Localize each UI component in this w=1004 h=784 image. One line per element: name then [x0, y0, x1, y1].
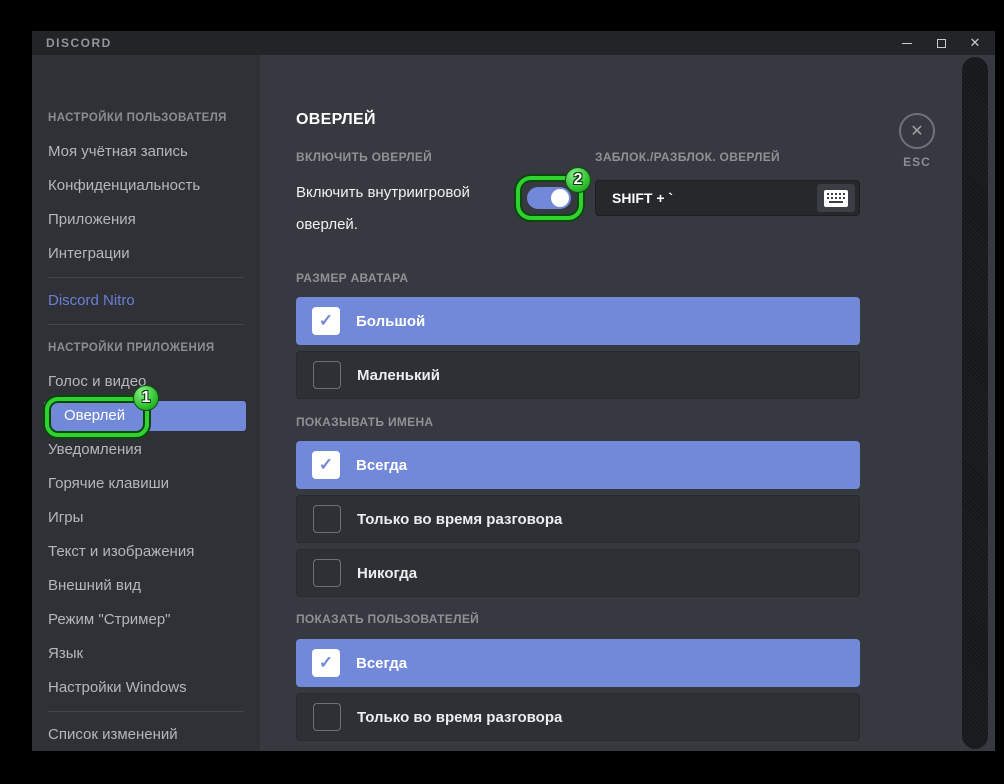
minimize-icon	[902, 43, 912, 44]
sidebar-item-privacy[interactable]: Конфиденциальность	[32, 169, 260, 203]
minimize-button[interactable]	[897, 34, 917, 52]
sidebar-item-integrations[interactable]: Интеграции	[32, 237, 260, 271]
divider	[48, 711, 244, 712]
option-names-always[interactable]: ✓ Всегда	[296, 441, 860, 489]
option-label: Только во время разговора	[357, 511, 562, 528]
checkbox-empty-icon	[313, 703, 341, 731]
option-names-never[interactable]: Никогда	[296, 549, 860, 597]
option-users-during-talk[interactable]: Только во время разговора	[296, 693, 860, 741]
checkbox-checked-icon: ✓	[312, 307, 340, 335]
sidebar-item-games[interactable]: Игры	[32, 501, 260, 535]
option-label: Маленький	[357, 367, 440, 384]
maximize-button[interactable]	[931, 34, 951, 52]
option-label: Большой	[356, 313, 425, 330]
sidebar-item-language[interactable]: Язык	[32, 637, 260, 671]
option-label: Всегда	[356, 457, 407, 474]
show-names-header: ПОКАЗЫВАТЬ ИМЕНА	[296, 415, 433, 429]
screenshot-stage: DISCORD ✕ НАСТРОЙКИ ПОЛЬЗОВАТЕЛЯ Моя учё…	[0, 0, 1004, 784]
checkbox-checked-icon: ✓	[312, 649, 340, 677]
toggle-knob	[551, 189, 569, 207]
divider	[48, 324, 244, 325]
option-label: Всегда	[356, 655, 407, 672]
keyboard-icon	[824, 190, 848, 207]
sidebar-item-applications[interactable]: Приложения	[32, 203, 260, 237]
close-settings-control: ✕ ESC	[885, 113, 949, 169]
show-users-header: ПОКАЗАТЬ ПОЛЬЗОВАТЕЛЕЙ	[296, 612, 479, 626]
sidebar-item-overlay[interactable]: Оверлей	[44, 401, 246, 431]
keybind-input[interactable]: SHIFT + `	[595, 180, 860, 216]
sidebar-item-keybinds[interactable]: Горячие клавиши	[32, 467, 260, 501]
page-title: ОВЕРЛЕЙ	[296, 111, 376, 129]
titlebar: DISCORD ✕	[32, 31, 995, 55]
close-icon: ✕	[970, 35, 981, 51]
avatar-size-header: РАЗМЕР АВАТАРА	[296, 271, 408, 285]
settings-sidebar: НАСТРОЙКИ ПОЛЬЗОВАТЕЛЯ Моя учётная запис…	[32, 55, 260, 751]
scrollbar-thumb[interactable]	[962, 57, 988, 749]
sidebar-item-discord-nitro[interactable]: Discord Nitro	[32, 284, 260, 318]
option-label: Никогда	[357, 565, 417, 582]
sidebar-header-app-settings: НАСТРОЙКИ ПРИЛОЖЕНИЯ	[32, 331, 260, 365]
checkbox-empty-icon	[313, 361, 341, 389]
sidebar-header-user-settings: НАСТРОЙКИ ПОЛЬЗОВАТЕЛЯ	[32, 101, 260, 135]
discord-window: DISCORD ✕ НАСТРОЙКИ ПОЛЬЗОВАТЕЛЯ Моя учё…	[32, 31, 995, 751]
window-controls: ✕	[897, 34, 985, 52]
discord-logo: DISCORD	[46, 36, 112, 50]
overlay-toggle[interactable]	[527, 187, 571, 209]
divider	[48, 277, 244, 278]
sidebar-item-voice-video[interactable]: Голос и видео	[32, 365, 260, 399]
sidebar-item-notifications[interactable]: Уведомления	[32, 433, 260, 467]
close-window-button[interactable]: ✕	[965, 34, 985, 52]
enable-overlay-header: ВКЛЮЧИТЬ ОВЕРЛЕЙ	[296, 150, 432, 164]
sidebar-item-streamer-mode[interactable]: Режим "Стример"	[32, 603, 260, 637]
option-avatar-large[interactable]: ✓ Большой	[296, 297, 860, 345]
record-keybind-button[interactable]	[817, 184, 855, 212]
enable-overlay-description: Включить внутриигровой оверлей.	[296, 177, 531, 241]
sidebar-item-text-images[interactable]: Текст и изображения	[32, 535, 260, 569]
checkbox-checked-icon: ✓	[312, 451, 340, 479]
sidebar-item-windows-settings[interactable]: Настройки Windows	[32, 671, 260, 705]
option-users-always[interactable]: ✓ Всегда	[296, 639, 860, 687]
keybind-value: SHIFT + `	[596, 190, 817, 206]
option-avatar-small[interactable]: Маленький	[296, 351, 860, 399]
esc-label: ESC	[885, 155, 949, 169]
close-settings-button[interactable]: ✕	[899, 113, 935, 149]
option-names-during-talk[interactable]: Только во время разговора	[296, 495, 860, 543]
sidebar-item-my-account[interactable]: Моя учётная запись	[32, 135, 260, 169]
option-label: Только во время разговора	[357, 709, 562, 726]
keybind-header: ЗАБЛОК./РАЗБЛОК. ОВЕРЛЕЙ	[595, 150, 780, 164]
checkbox-empty-icon	[313, 505, 341, 533]
maximize-icon	[937, 39, 946, 48]
sidebar-item-appearance[interactable]: Внешний вид	[32, 569, 260, 603]
checkbox-empty-icon	[313, 559, 341, 587]
sidebar-item-changelog[interactable]: Список изменений	[32, 718, 260, 751]
close-icon: ✕	[910, 121, 923, 141]
